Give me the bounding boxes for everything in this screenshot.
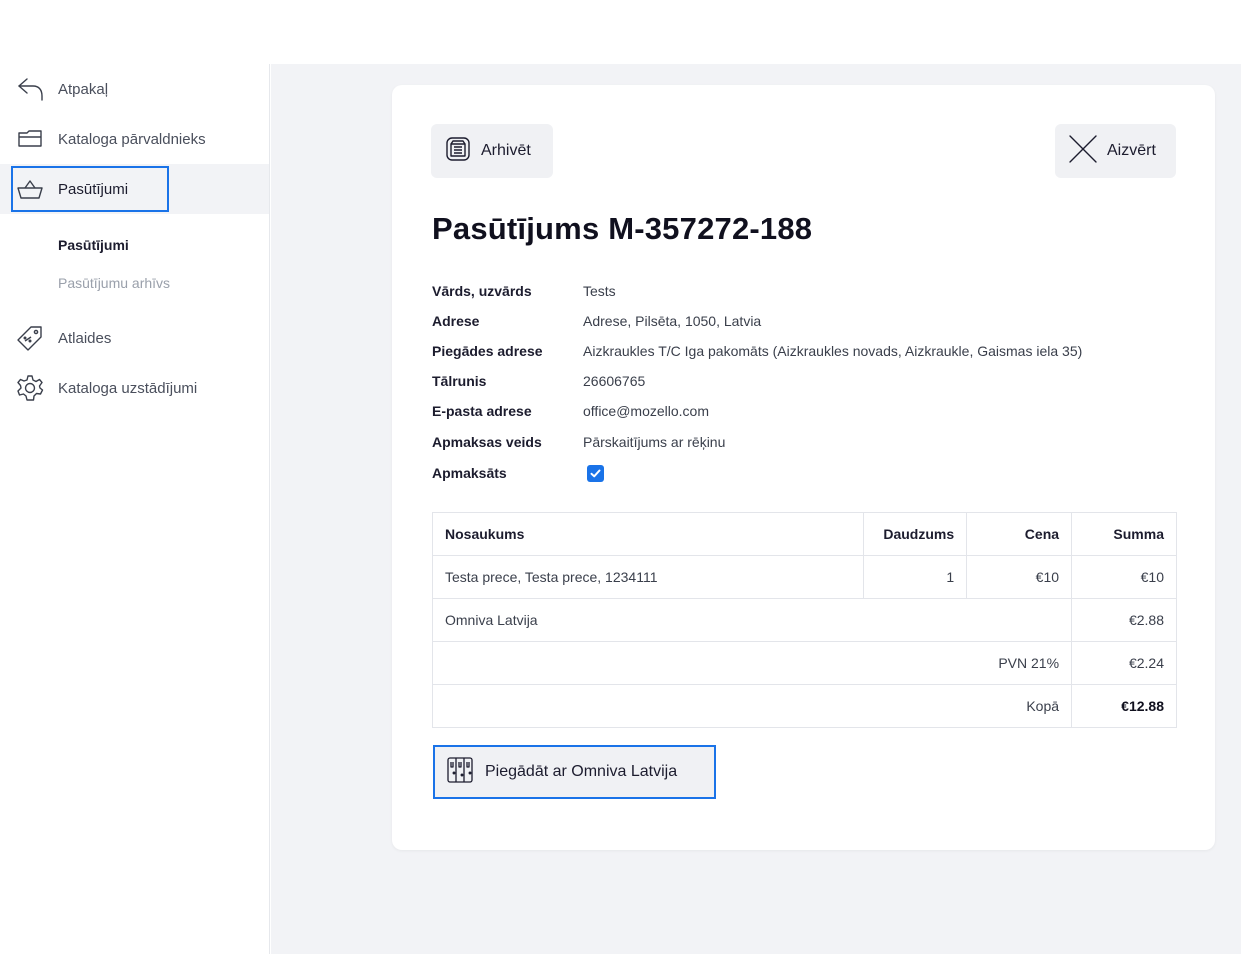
column-header-quantity: Daudzums (863, 512, 968, 556)
sidebar-item-label: Atlaides (58, 329, 112, 347)
field-value: 26606765 (583, 373, 646, 389)
sidebar-subitem-orders[interactable]: Pasūtījumi (58, 237, 129, 253)
sidebar-item-back[interactable]: Atpakaļ (0, 65, 269, 113)
paid-checkbox[interactable] (587, 464, 604, 482)
shipping-sum: €2.88 (1071, 598, 1177, 642)
checkmark-icon (590, 469, 601, 477)
total-row: Kopā €12.88 (431, 684, 1177, 728)
field-value: Aizkraukles T/C Iga pakomāts (Aizkraukle… (583, 343, 1083, 359)
info-row-delivery-address: Piegādes adrese Aizkraukles T/C Iga pako… (432, 341, 1082, 361)
tag-icon (14, 322, 46, 354)
archive-button-label: Arhivēt (481, 142, 531, 159)
archive-icon (443, 134, 473, 169)
sidebar-item-catalog-manager[interactable]: Kataloga pārvaldnieks (0, 115, 269, 163)
basket-icon (14, 173, 46, 205)
arrow-back-icon (14, 73, 46, 105)
sidebar-item-discounts[interactable]: Atlaides (0, 314, 269, 362)
info-row-paid: Apmaksāts (432, 463, 604, 483)
sidebar-item-label: Atpakaļ (58, 80, 109, 98)
table-header-row: Nosaukums Daudzums Cena Summa (431, 512, 1177, 556)
ship-with-omniva-button[interactable]: Piegādāt ar Omniva Latvija (433, 745, 716, 799)
field-label: Apmaksāts (432, 465, 507, 481)
vat-row: PVN 21% €2.24 (431, 641, 1177, 685)
table-row: Testa prece, Testa prece, 1234111 1 €10 … (431, 555, 1177, 599)
info-row-payment-method: Apmaksas veids Pārskaitījums ar rēķinu (432, 432, 725, 452)
main-content: Arhivēt Aizvērt Pasūtījums M-357272-188 … (271, 64, 1241, 954)
parcel-locker-icon (445, 755, 475, 790)
archive-button[interactable]: Arhivēt (431, 124, 553, 178)
info-row-address: Adrese Adrese, Pilsēta, 1050, Latvia (432, 311, 761, 331)
close-button[interactable]: Aizvērt (1055, 124, 1176, 178)
info-row-phone: Tālrunis 26606765 (432, 371, 645, 391)
ship-button-label: Piegādāt ar Omniva Latvija (485, 763, 678, 780)
close-button-label: Aizvērt (1107, 142, 1156, 159)
info-row-email: E-pasta adrese office@mozello.com (432, 401, 709, 421)
column-header-sum: Summa (1071, 512, 1177, 556)
field-label: Apmaksas veids (432, 434, 542, 450)
column-header-name: Nosaukums (431, 512, 865, 556)
total-label: Kopā (431, 684, 1073, 728)
column-header-price: Cena (966, 512, 1073, 556)
vat-label: PVN 21% (431, 641, 1073, 685)
page-title: Pasūtījums M-357272-188 (432, 211, 813, 246)
item-price: €10 (966, 555, 1073, 599)
field-value: Adrese, Pilsēta, 1050, Latvia (583, 313, 762, 329)
field-label: E-pasta adrese (432, 403, 532, 419)
sidebar-item-label: Pasūtījumi (58, 180, 129, 198)
field-label: Adrese (432, 313, 480, 329)
total-sum: €12.88 (1071, 684, 1177, 728)
field-value: Tests (583, 283, 616, 299)
field-value: Pārskaitījums ar rēķinu (583, 434, 726, 450)
sidebar-item-label: Kataloga uzstādījumi (58, 379, 198, 397)
sidebar-subitem-orders-archive[interactable]: Pasūtījumu arhīvs (58, 275, 170, 291)
field-label: Vārds, uzvārds (432, 283, 532, 299)
order-items-table: Nosaukums Daudzums Cena Summa Testa prec… (431, 512, 1177, 728)
sidebar-item-orders[interactable]: Pasūtījumi (0, 164, 269, 214)
item-name: Testa prece, Testa prece, 1234111 (431, 555, 865, 599)
order-card: Arhivēt Aizvērt Pasūtījums M-357272-188 … (392, 85, 1215, 850)
shipping-name: Omniva Latvija (431, 598, 1073, 642)
shipping-row: Omniva Latvija €2.88 (431, 598, 1177, 642)
close-icon (1067, 133, 1099, 170)
sidebar-item-catalog-settings[interactable]: Kataloga uzstādījumi (0, 364, 269, 412)
sidebar: Atpakaļ Kataloga pārvaldnieks Pasūtījumi… (0, 64, 270, 954)
folder-icon (14, 123, 46, 155)
sidebar-item-label: Kataloga pārvaldnieks (58, 130, 206, 148)
field-value: office@mozello.com (583, 403, 709, 419)
field-label: Piegādes adrese (432, 343, 543, 359)
item-quantity: 1 (863, 555, 968, 599)
vat-sum: €2.24 (1071, 641, 1177, 685)
field-label: Tālrunis (432, 373, 487, 389)
gear-icon (14, 372, 46, 404)
item-sum: €10 (1071, 555, 1177, 599)
info-row-name: Vārds, uzvārds Tests (432, 281, 616, 301)
